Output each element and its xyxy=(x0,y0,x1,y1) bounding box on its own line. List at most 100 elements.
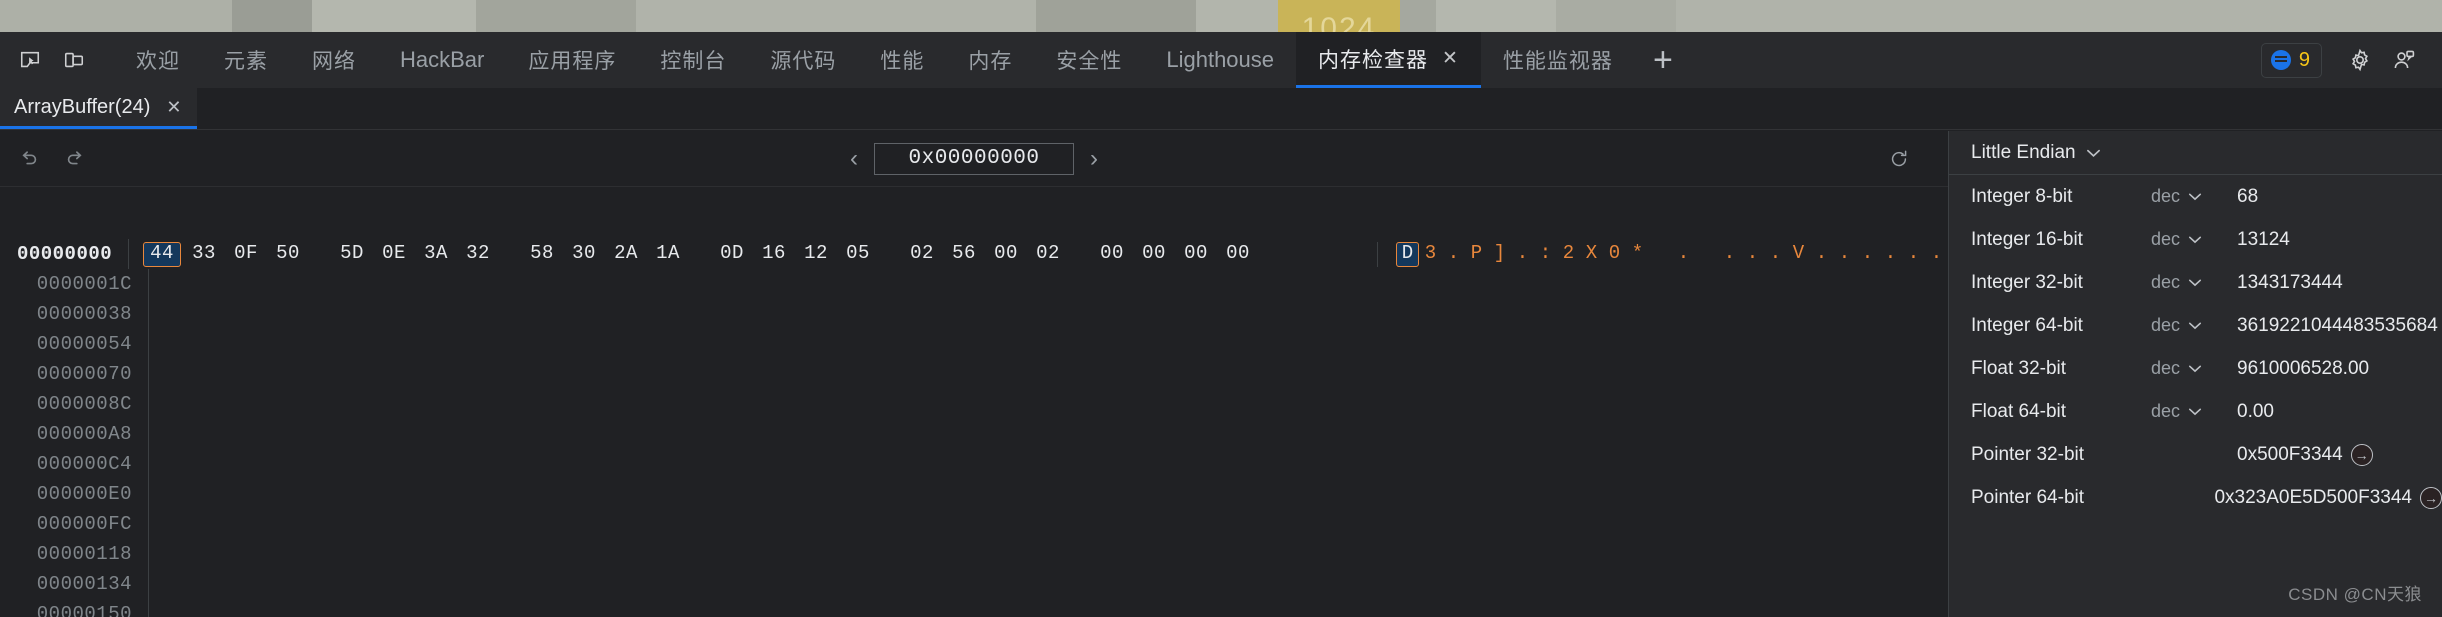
hex-byte[interactable]: 58 xyxy=(523,242,561,267)
hex-byte[interactable]: 30 xyxy=(565,242,603,267)
ascii-char[interactable]: X xyxy=(1580,242,1603,267)
device-toolbar-icon[interactable] xyxy=(52,40,96,80)
hex-byte[interactable]: 3A xyxy=(417,242,455,267)
hex-byte[interactable]: 1A xyxy=(649,242,687,267)
hex-byte[interactable]: 0E xyxy=(375,242,413,267)
hex-byte[interactable]: 12 xyxy=(797,242,835,267)
hex-row[interactable]: 00000000 44 33 0F 50 5D 0E 3A 32 58 30 2A 1A 0D 16 12 05… xyxy=(0,239,1948,269)
jump-to-address-icon[interactable]: → xyxy=(2350,443,2373,466)
hex-byte[interactable]: 0D xyxy=(713,242,751,267)
ascii-char[interactable]: . xyxy=(1833,242,1856,267)
ascii-char[interactable]: . xyxy=(1718,242,1741,267)
hex-byte[interactable]: 5D xyxy=(333,242,371,267)
ascii-char[interactable]: 3 xyxy=(1419,242,1442,267)
ascii-char-selected[interactable]: D xyxy=(1396,241,1419,267)
hex-row[interactable]: 00000038 xyxy=(0,299,1948,329)
hex-byte[interactable]: 00 xyxy=(1093,242,1131,267)
hex-byte-selected[interactable]: 44 xyxy=(143,241,181,267)
hex-viewer[interactable]: 00000000 44 33 0F 50 5D 0E 3A 32 58 30 2A 1A 0D 16 12 05… xyxy=(0,187,1948,617)
profile-account-icon[interactable] xyxy=(2382,38,2426,82)
ascii-char[interactable]: . xyxy=(1810,242,1833,267)
hex-row[interactable]: 000000C4 xyxy=(0,449,1948,479)
ascii-char[interactable]: V xyxy=(1787,242,1810,267)
tab-hackbar[interactable]: HackBar xyxy=(378,32,506,88)
hex-byte[interactable]: 00 xyxy=(1177,242,1215,267)
hex-row[interactable]: 00000118 xyxy=(0,539,1948,569)
hex-byte[interactable]: 0F xyxy=(227,242,265,267)
hex-row[interactable]: 000000E0 xyxy=(0,479,1948,509)
hex-row[interactable]: 00000150 xyxy=(0,599,1948,617)
tab-network[interactable]: 网络 xyxy=(290,32,378,88)
close-icon[interactable]: ✕ xyxy=(1442,49,1459,68)
value-mode-selector[interactable]: dec xyxy=(2151,272,2237,293)
ascii-char[interactable]: . xyxy=(1672,242,1695,267)
ascii-char[interactable] xyxy=(1649,242,1672,267)
ascii-char[interactable]: : xyxy=(1534,242,1557,267)
hex-row[interactable]: 000000A8 xyxy=(0,419,1948,449)
hex-byte[interactable]: 16 xyxy=(755,242,793,267)
hex-row[interactable]: 0000001C xyxy=(0,269,1948,299)
inspect-element-icon[interactable] xyxy=(8,40,52,80)
hex-byte[interactable]: 05 xyxy=(839,242,877,267)
ascii-char[interactable]: . xyxy=(1741,242,1764,267)
tab-console[interactable]: 控制台 xyxy=(638,32,748,88)
value-number: 1343173444 xyxy=(2237,271,2343,293)
ascii-char[interactable] xyxy=(1695,242,1718,267)
hex-byte[interactable]: 2A xyxy=(607,242,645,267)
tab-label: 性能监视器 xyxy=(1502,50,1613,73)
tab-memory[interactable]: 内存 xyxy=(946,32,1034,88)
prev-page-button[interactable]: ‹ xyxy=(844,145,864,173)
tab-application[interactable]: 应用程序 xyxy=(506,32,638,88)
tab-performance-monitor[interactable]: 性能监视器 xyxy=(1481,32,1635,88)
chevron-down-icon xyxy=(2188,278,2202,287)
subtab-arraybuffer[interactable]: ArrayBuffer(24) ✕ xyxy=(0,88,198,129)
hex-byte[interactable]: 50 xyxy=(269,242,307,267)
hex-row[interactable]: 0000008C xyxy=(0,389,1948,419)
tab-lighthouse[interactable]: Lighthouse xyxy=(1144,32,1296,88)
ascii-char[interactable]: * xyxy=(1626,242,1649,267)
hex-byte[interactable]: 00 xyxy=(1219,242,1257,267)
endianness-selector[interactable]: Little Endian xyxy=(1949,131,2442,175)
tab-welcome[interactable]: 欢迎 xyxy=(114,32,202,88)
tab-sources[interactable]: 源代码 xyxy=(748,32,858,88)
hex-address: 00000054 xyxy=(36,333,132,355)
tab-security[interactable]: 安全性 xyxy=(1034,32,1144,88)
hex-row[interactable]: 000000FC xyxy=(0,509,1948,539)
value-mode-selector[interactable]: dec xyxy=(2151,358,2237,379)
tab-memory-inspector[interactable]: 内存检查器 ✕ xyxy=(1296,32,1481,88)
ascii-char[interactable]: . xyxy=(1442,242,1465,267)
issues-button[interactable]: 9 xyxy=(2260,42,2322,78)
address-input[interactable] xyxy=(874,142,1074,175)
add-tab-button[interactable]: + xyxy=(1635,32,1691,88)
ascii-char[interactable]: . xyxy=(1879,242,1902,267)
value-mode-selector[interactable]: dec xyxy=(2151,186,2237,207)
hex-row[interactable]: 00000054 xyxy=(0,329,1948,359)
tab-performance[interactable]: 性能 xyxy=(858,32,946,88)
hex-byte[interactable]: 02 xyxy=(903,242,941,267)
jump-to-address-icon[interactable]: → xyxy=(2420,486,2442,509)
hex-byte[interactable]: 33 xyxy=(185,242,223,267)
hex-byte[interactable]: 56 xyxy=(945,242,983,267)
hex-byte[interactable]: 00 xyxy=(987,242,1025,267)
ascii-char[interactable]: . xyxy=(1902,242,1925,267)
next-page-button[interactable]: › xyxy=(1084,145,1104,173)
ascii-char[interactable]: . xyxy=(1925,242,1948,267)
ascii-char[interactable]: . xyxy=(1856,242,1879,267)
hex-row[interactable]: 00000134 xyxy=(0,569,1948,599)
close-icon[interactable]: ✕ xyxy=(166,97,181,118)
gear-icon[interactable] xyxy=(2338,38,2382,82)
value-mode-selector[interactable]: dec xyxy=(2151,401,2237,422)
ascii-char[interactable]: . xyxy=(1764,242,1787,267)
hex-row[interactable]: 00000070 xyxy=(0,359,1948,389)
ascii-char[interactable]: ] xyxy=(1488,242,1511,267)
hex-byte[interactable]: 02 xyxy=(1029,242,1067,267)
value-mode-selector[interactable]: dec xyxy=(2151,315,2237,336)
ascii-char[interactable]: 2 xyxy=(1557,242,1580,267)
value-mode-selector[interactable]: dec xyxy=(2151,229,2237,250)
hex-byte[interactable]: 32 xyxy=(459,242,497,267)
ascii-char[interactable]: P xyxy=(1465,242,1488,267)
ascii-char[interactable]: 0 xyxy=(1603,242,1626,267)
hex-byte[interactable]: 00 xyxy=(1135,242,1173,267)
ascii-char[interactable]: . xyxy=(1511,242,1534,267)
tab-elements[interactable]: 元素 xyxy=(202,32,290,88)
